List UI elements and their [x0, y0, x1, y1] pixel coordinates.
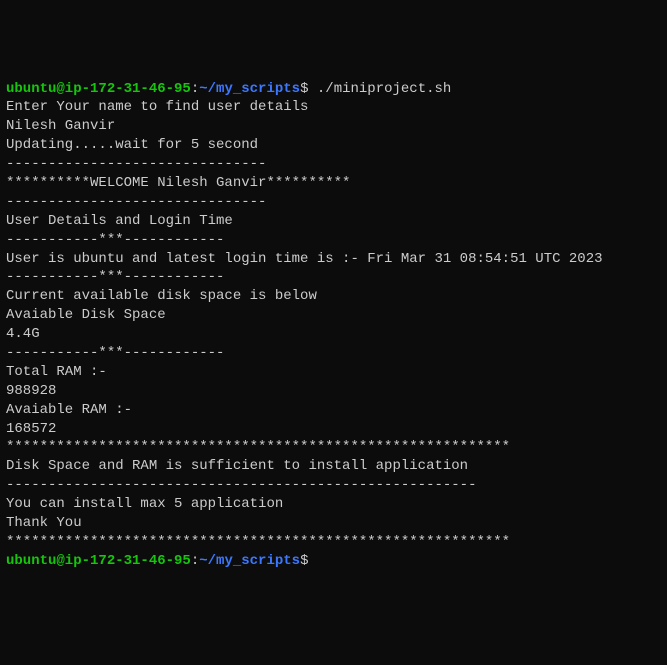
prompt-colon: : — [191, 553, 199, 569]
output-line: Avaiable Disk Space — [6, 306, 661, 325]
output-line: Enter Your name to find user details — [6, 98, 661, 117]
output-line: 4.4G — [6, 325, 661, 344]
output-line: Current available disk space is below — [6, 287, 661, 306]
terminal-window[interactable]: ubuntu@ip-172-31-46-95:~/my_scripts$ ./m… — [6, 80, 661, 571]
prompt-line-2[interactable]: ubuntu@ip-172-31-46-95:~/my_scripts$ — [6, 552, 661, 571]
output-line: -----------***------------ — [6, 231, 661, 250]
output-line: ------------------------------- — [6, 193, 661, 212]
output-line: **********WELCOME Nilesh Ganvir*********… — [6, 174, 661, 193]
output-line: ****************************************… — [6, 438, 661, 457]
prompt-dollar: $ — [300, 553, 308, 569]
output-line: Total RAM :- — [6, 363, 661, 382]
output-line: 168572 — [6, 420, 661, 439]
prompt-line-1: ubuntu@ip-172-31-46-95:~/my_scripts$ ./m… — [6, 80, 661, 99]
command-text: ./miniproject.sh — [317, 81, 451, 97]
prompt-path: ~/my_scripts — [199, 553, 300, 569]
prompt-path: ~/my_scripts — [199, 81, 300, 97]
output-line: User Details and Login Time — [6, 212, 661, 231]
prompt-dollar: $ — [300, 81, 317, 97]
output-line: Updating.....wait for 5 second — [6, 136, 661, 155]
output-line: 988928 — [6, 382, 661, 401]
output-line: Thank You — [6, 514, 661, 533]
prompt-user-host: ubuntu@ip-172-31-46-95 — [6, 81, 191, 97]
output-line: Nilesh Ganvir — [6, 117, 661, 136]
output-line: ------------------------------- — [6, 155, 661, 174]
output-line: -----------***------------ — [6, 344, 661, 363]
output-line: ----------------------------------------… — [6, 476, 661, 495]
output-line: You can install max 5 application — [6, 495, 661, 514]
output-line: -----------***------------ — [6, 268, 661, 287]
prompt-colon: : — [191, 81, 199, 97]
output-line: User is ubuntu and latest login time is … — [6, 250, 661, 269]
output-line: ****************************************… — [6, 533, 661, 552]
output-line: Avaiable RAM :- — [6, 401, 661, 420]
output-line: Disk Space and RAM is sufficient to inst… — [6, 457, 661, 476]
prompt-user-host: ubuntu@ip-172-31-46-95 — [6, 553, 191, 569]
